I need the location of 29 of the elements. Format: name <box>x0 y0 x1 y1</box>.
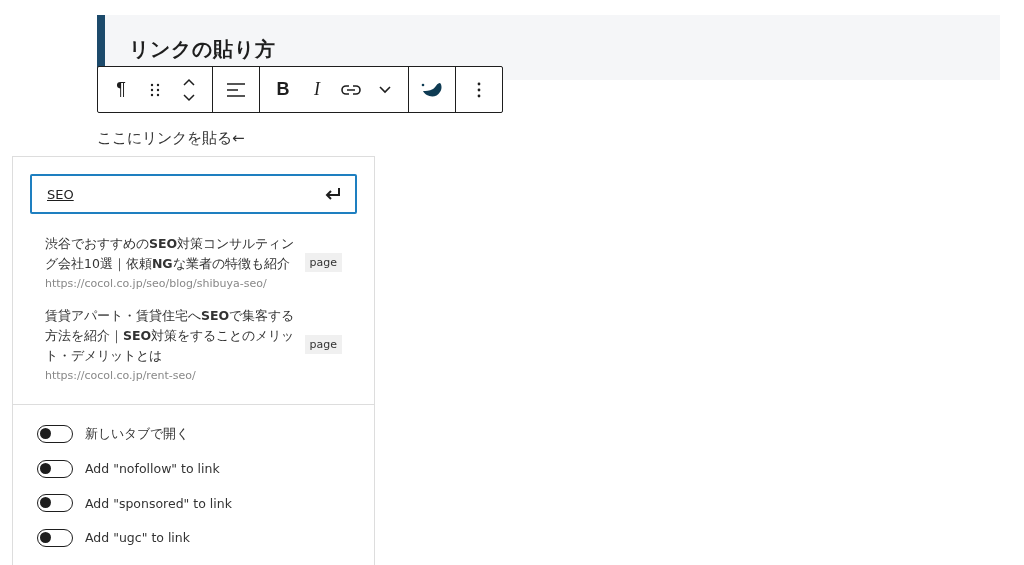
paragraph-text: ここにリンクを貼る← <box>97 129 246 148</box>
result-title[interactable]: 賃貸アパート・賃貸住宅へSEOで集客する方法を紹介｜SEO対策をすることのメリット・デメリットとは <box>45 306 299 366</box>
toggle-label: Add "nofollow" to link <box>85 461 220 477</box>
result-url: https://cocol.co.jp/seo/blog/shibuya-seo/ <box>45 277 268 290</box>
toggle-label: 新しいタブで開く <box>85 425 189 443</box>
move-arrows-icon[interactable] <box>182 77 196 102</box>
bird-icon[interactable] <box>421 81 443 98</box>
enter-icon[interactable] <box>325 188 341 200</box>
drag-handle-icon[interactable] <box>150 82 160 97</box>
chevron-down-icon[interactable] <box>379 85 391 94</box>
more-options-icon[interactable] <box>477 81 481 98</box>
result-title[interactable]: 渋谷でおすすめのSEO対策コンサルティング会社10選｜依頼NGな業者の特徴も紹介 <box>45 234 299 274</box>
type-badge: page <box>304 334 342 354</box>
toggle-switch[interactable] <box>37 459 73 478</box>
toggle-switch[interactable] <box>37 528 73 547</box>
search-input-text[interactable]: SEO <box>47 186 325 202</box>
result-url: https://cocol.co.jp/rent-seo/ <box>45 369 197 382</box>
toggle-switch[interactable] <box>37 494 73 513</box>
link-search-field[interactable]: SEO <box>30 174 357 214</box>
align-left-icon[interactable] <box>227 82 245 97</box>
italic-button[interactable]: I <box>300 71 334 108</box>
paragraph-button[interactable]: ¶ <box>104 71 138 108</box>
toggle-switch[interactable] <box>37 425 73 444</box>
toggle-label: Add "sponsored" to link <box>85 495 232 511</box>
heading-text: リンクの貼り方 <box>129 36 276 63</box>
type-badge: page <box>304 252 342 272</box>
toggle-label: Add "ugc" to link <box>85 530 190 546</box>
bold-button[interactable]: B <box>266 71 300 108</box>
link-icon[interactable] <box>341 83 361 96</box>
